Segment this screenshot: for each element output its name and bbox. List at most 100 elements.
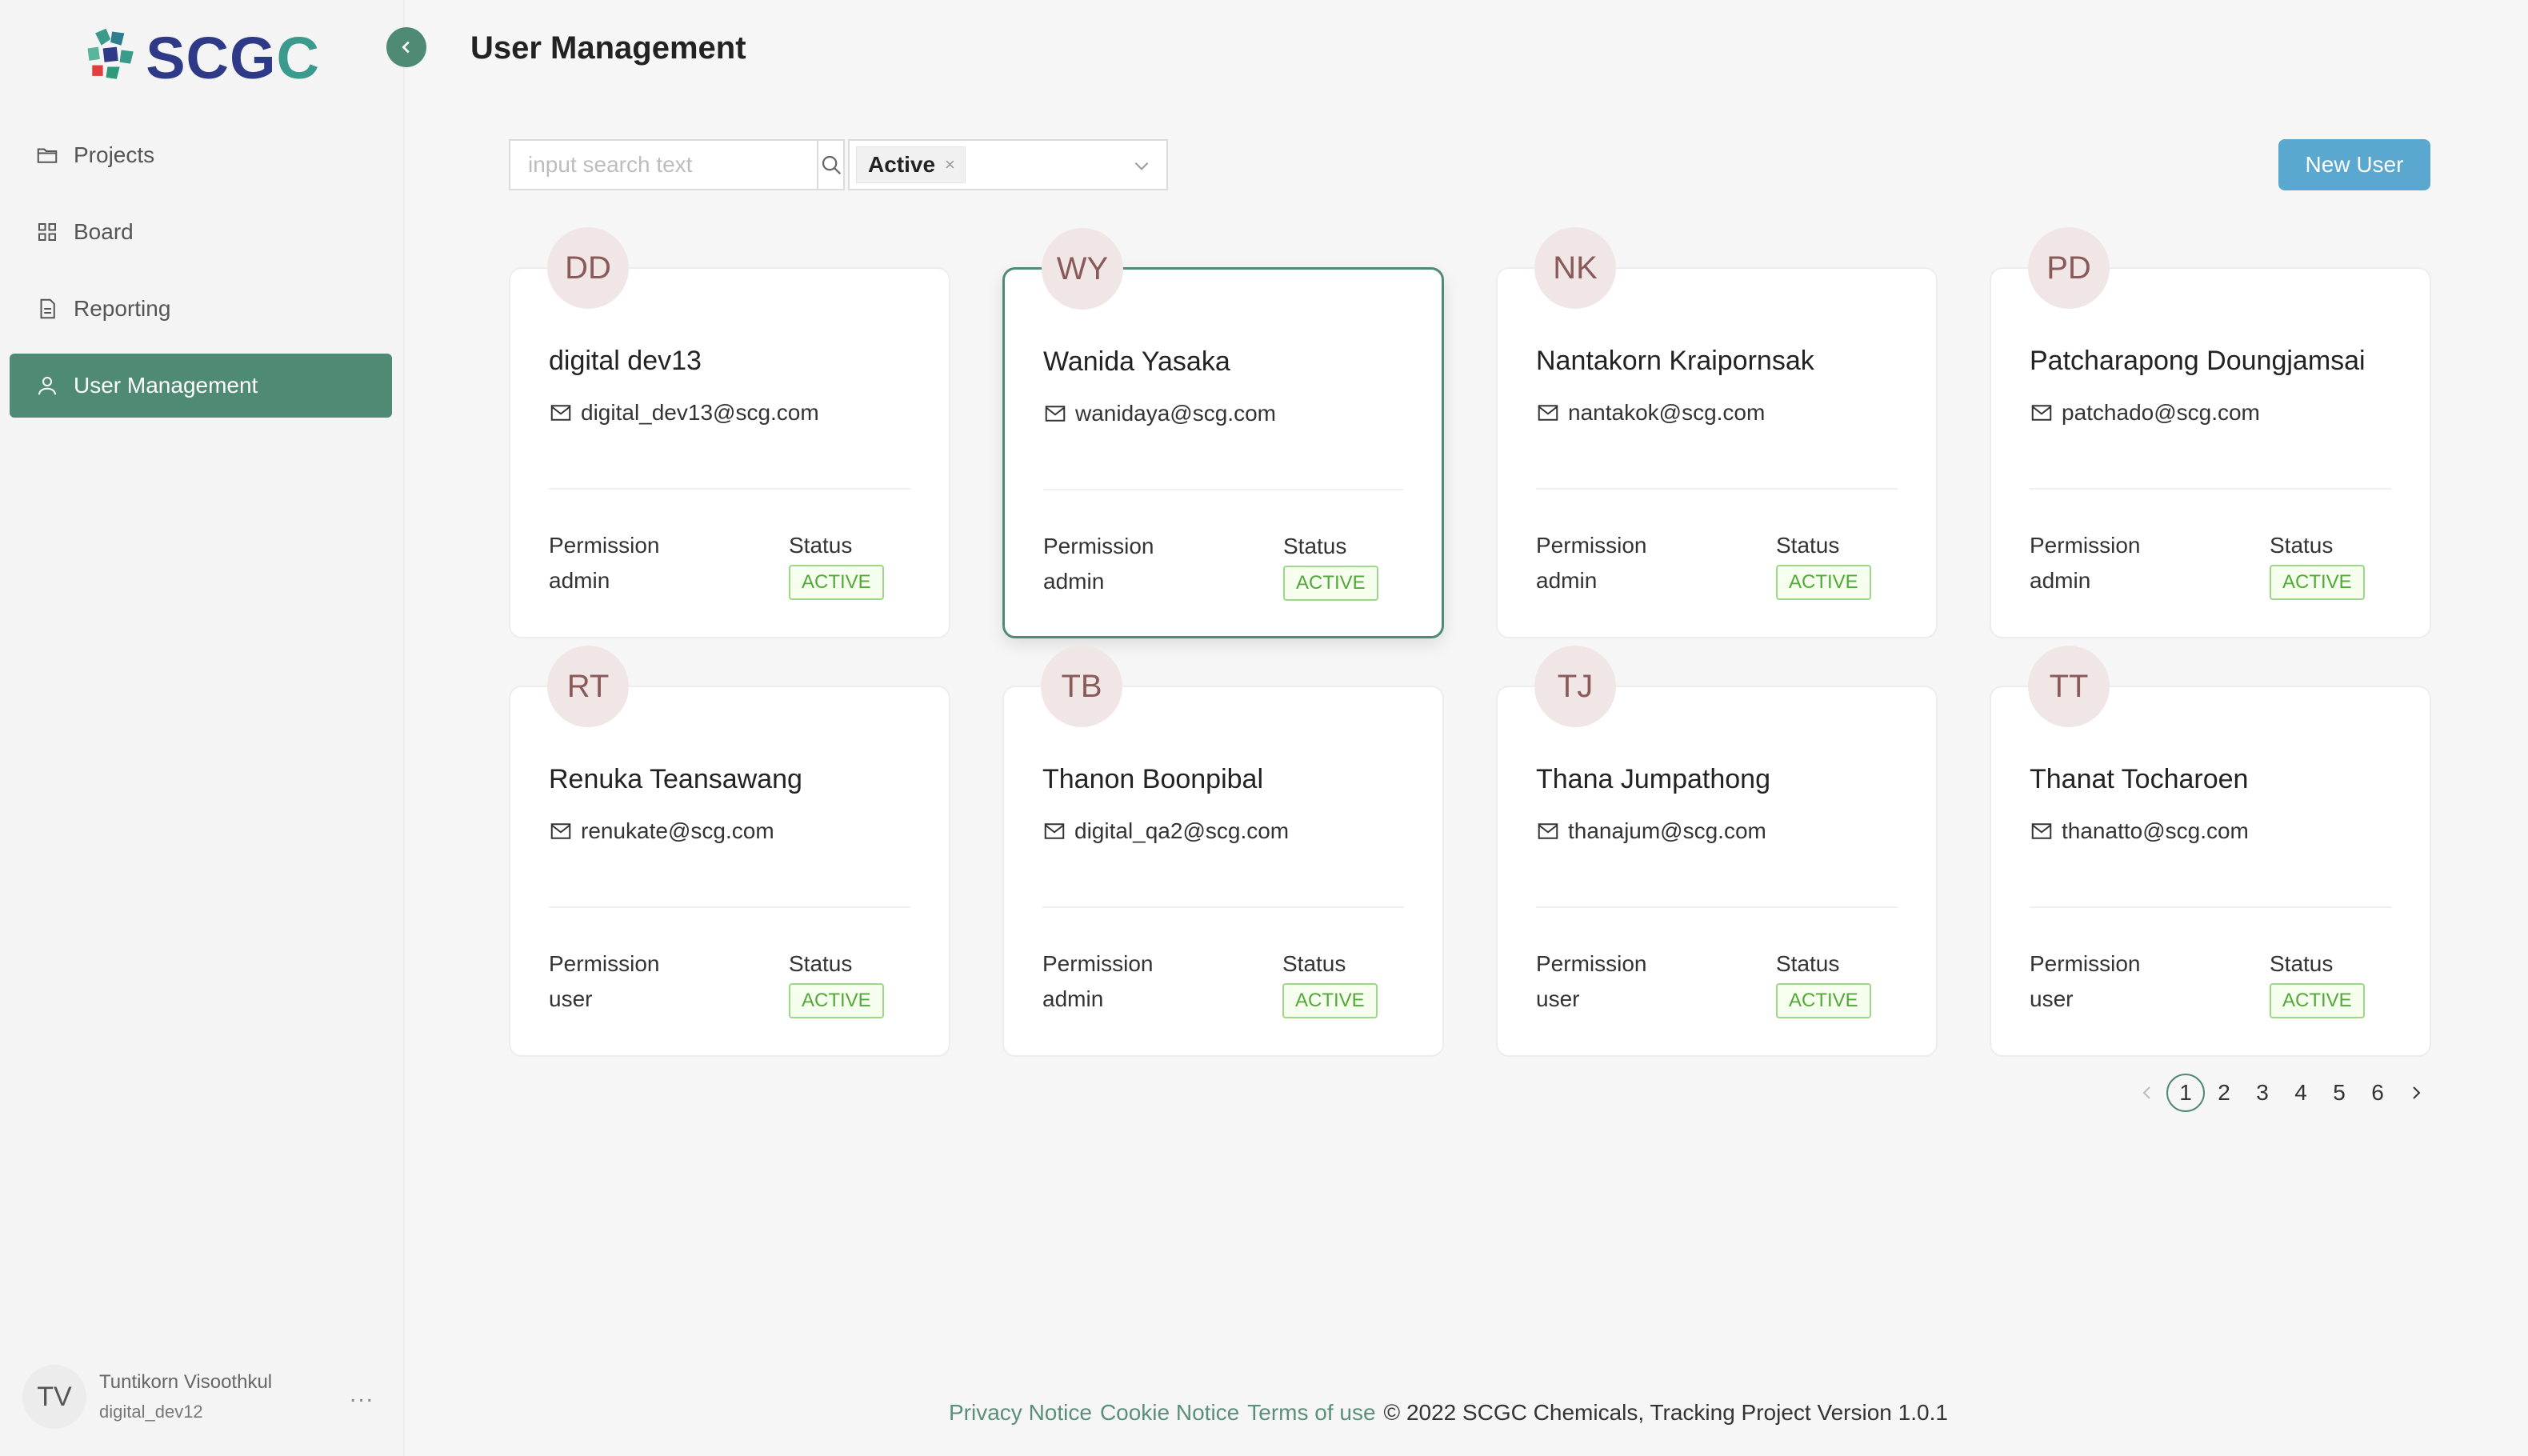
status-badge: ACTIVE (789, 983, 884, 1018)
permission-label: Permission (2030, 533, 2141, 558)
terms-of-use-link[interactable]: Terms of use (1247, 1400, 1375, 1426)
user-card[interactable]: TB Thanon Boonpibal digital_qa2@scg.com … (1002, 646, 1444, 1057)
user-info: Tuntikorn Visoothkul digital_dev12 (99, 1371, 272, 1422)
permission-value: user (1536, 986, 1580, 1011)
avatar: NK (1534, 227, 1616, 309)
user-email: patchado@scg.com (2030, 400, 2260, 426)
user-name: Wanida Yasaka (1043, 346, 1230, 377)
mail-icon (550, 823, 571, 839)
user-name: Renuka Teansawang (549, 764, 802, 794)
permission-value: admin (1042, 986, 1104, 1011)
permission-value: admin (549, 568, 610, 593)
divider (549, 906, 910, 908)
status-filter-tag: Active × (856, 146, 966, 183)
mail-icon (1538, 823, 1558, 839)
page-1[interactable]: 1 (2166, 1074, 2205, 1112)
user-email: digital_qa2@scg.com (1042, 818, 1289, 844)
page-5[interactable]: 5 (2320, 1074, 2358, 1112)
user-email: digital_dev13@scg.com (549, 400, 819, 426)
mail-icon (550, 405, 571, 421)
sidebar-item-projects[interactable]: Projects (10, 123, 392, 187)
logo[interactable]: SCGC (80, 24, 320, 91)
divider (2030, 906, 2391, 908)
status-label: Status (1283, 534, 1347, 558)
permission-value: admin (2030, 568, 2091, 593)
permission-label: Permission (1043, 534, 1154, 558)
email-text: nantakok@scg.com (1568, 400, 1766, 425)
status-label: Status (1776, 533, 1840, 558)
divider (1536, 906, 1898, 908)
mail-icon (2031, 823, 2052, 839)
status-badge: ACTIVE (2270, 565, 2365, 600)
mail-icon (1044, 823, 1065, 839)
close-icon[interactable]: × (945, 154, 955, 175)
current-user[interactable]: TV Tuntikorn Visoothkul digital_dev12 ..… (22, 1363, 398, 1430)
more-icon[interactable]: ... (350, 1381, 374, 1408)
user-name: digital dev13 (549, 346, 702, 376)
email-text: patchado@scg.com (2062, 400, 2260, 425)
avatar: DD (547, 227, 629, 309)
status-badge: ACTIVE (1282, 983, 1378, 1018)
permission-value: user (549, 986, 593, 1011)
email-text: wanidaya@scg.com (1075, 401, 1276, 426)
search-input[interactable] (510, 141, 817, 189)
search-button[interactable] (817, 141, 843, 189)
page-6[interactable]: 6 (2358, 1074, 2397, 1112)
sidebar-item-label: Projects (74, 142, 155, 167)
status-filter-select[interactable]: Active × (848, 139, 1168, 190)
collapse-sidebar-button[interactable] (386, 27, 426, 67)
sidebar-item-reporting[interactable]: Reporting (10, 277, 392, 341)
page-3[interactable]: 3 (2243, 1074, 2282, 1112)
permission-label: Permission (549, 951, 660, 976)
sidebar-item-label: Reporting (74, 296, 171, 321)
permission-value: admin (1043, 569, 1105, 594)
user-name: Tuntikorn Visoothkul (99, 1371, 273, 1393)
user-email: thanajum@scg.com (1536, 818, 1766, 844)
search-box (509, 139, 845, 190)
divider (1536, 488, 1898, 490)
sidebar-nav: Projects Board Reporting User Management (10, 123, 392, 430)
user-card[interactable]: NK Nantakorn Kraipornsak nantakok@scg.co… (1496, 227, 1938, 638)
privacy-notice-link[interactable]: Privacy Notice (949, 1400, 1092, 1426)
status-label: Status (1776, 951, 1840, 976)
prev-page-button[interactable] (2128, 1074, 2166, 1112)
user-name: Thanon Boonpibal (1042, 764, 1264, 794)
next-page-button[interactable] (2397, 1074, 2435, 1112)
sidebar: SCGC Projects Board Reporting User Manag… (0, 0, 405, 1456)
permission-label: Permission (1536, 951, 1647, 976)
permission-label: Permission (1042, 951, 1154, 976)
user-name: Nantakorn Kraipornsak (1536, 346, 1814, 376)
sidebar-item-board[interactable]: Board (10, 200, 392, 264)
sidebar-item-user-management[interactable]: User Management (10, 354, 392, 418)
mail-icon (1538, 405, 1558, 421)
logo-text: SCGC (146, 24, 320, 91)
tag-label: Active (868, 152, 936, 177)
user-email: wanidaya@scg.com (1043, 401, 1276, 426)
page-2[interactable]: 2 (2205, 1074, 2243, 1112)
user-name: Thana Jumpathong (1536, 764, 1770, 794)
user-card[interactable]: DD digital dev13 digital_dev13@scg.com P… (509, 227, 950, 638)
user-name: Thanat Tocharoen (2030, 764, 2249, 794)
status-label: Status (2270, 951, 2334, 976)
chevron-left-icon (402, 41, 410, 54)
permission-value: admin (1536, 568, 1598, 593)
user-card[interactable]: TT Thanat Tocharoen thanatto@scg.com Per… (1990, 646, 2431, 1057)
user-card[interactable]: WY Wanida Yasaka wanidaya@scg.com Permis… (1002, 228, 1444, 638)
page-4[interactable]: 4 (2282, 1074, 2320, 1112)
new-user-button[interactable]: New User (2278, 139, 2430, 190)
permission-value: user (2030, 986, 2074, 1011)
avatar: TJ (1534, 646, 1616, 727)
sidebar-item-label: Board (74, 219, 134, 244)
user-name: Patcharapong Doungjamsai (2030, 346, 2366, 376)
cookie-notice-link[interactable]: Cookie Notice (1100, 1400, 1239, 1426)
status-badge: ACTIVE (1776, 983, 1871, 1018)
search-icon (822, 155, 841, 175)
email-text: digital_qa2@scg.com (1074, 818, 1290, 843)
user-icon (38, 377, 56, 395)
divider (1043, 489, 1403, 490)
user-card[interactable]: TJ Thana Jumpathong thanajum@scg.com Per… (1496, 646, 1938, 1057)
user-card[interactable]: RT Renuka Teansawang renukate@scg.com Pe… (509, 646, 950, 1057)
email-text: thanatto@scg.com (2062, 818, 2249, 843)
chevron-left-icon (2142, 1086, 2150, 1099)
user-card[interactable]: PD Patcharapong Doungjamsai patchado@scg… (1990, 227, 2431, 638)
